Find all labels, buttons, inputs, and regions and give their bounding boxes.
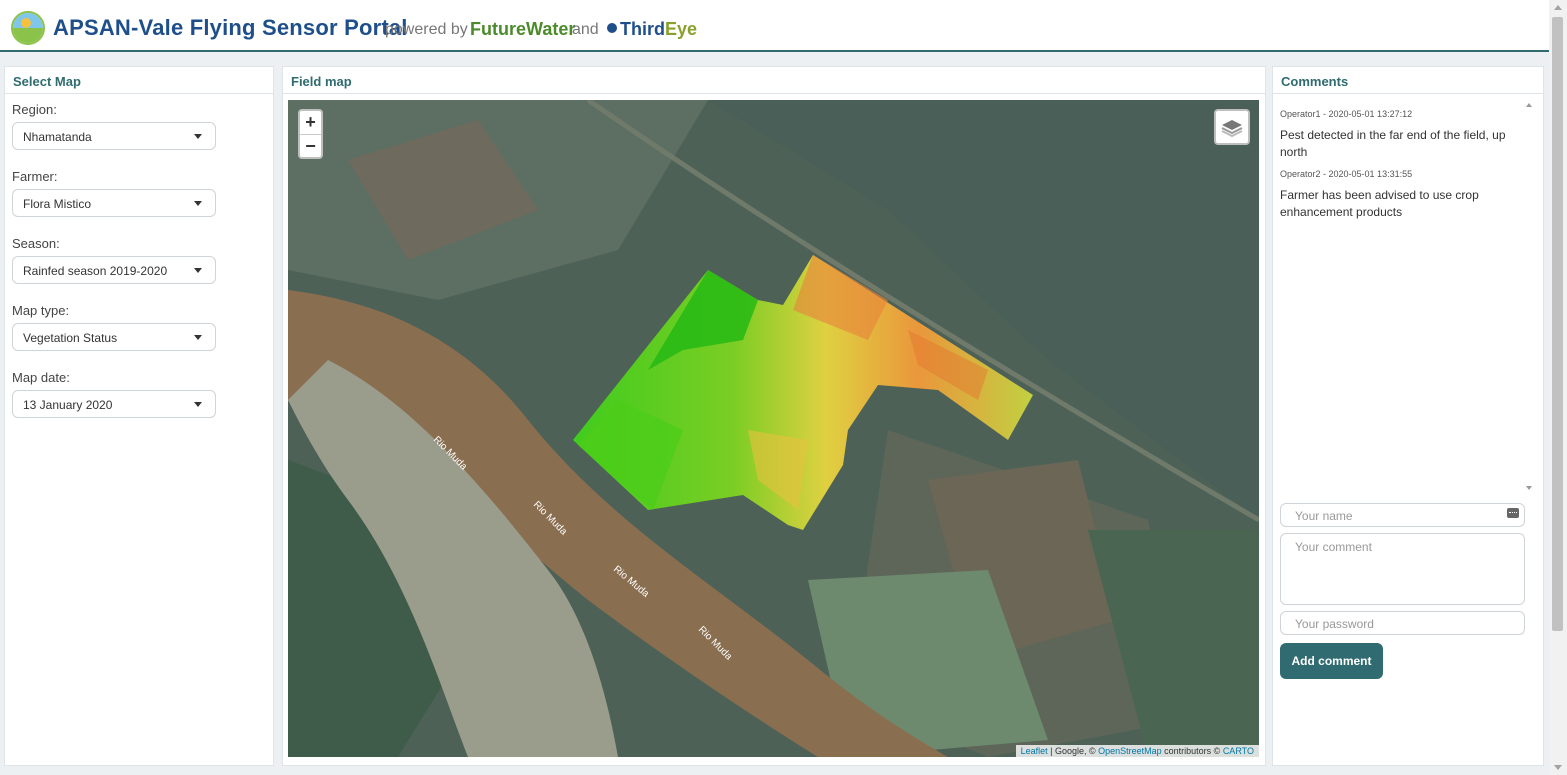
scroll-down-icon[interactable] bbox=[1554, 765, 1562, 770]
comment-text: Farmer has been advised to use crop enha… bbox=[1280, 188, 1479, 219]
map-date-dropdown[interactable]: 13 January 2020 bbox=[12, 390, 216, 418]
scroll-down-icon[interactable] bbox=[1526, 486, 1532, 490]
comment-meta: Operator2 - 2020-05-01 13:31:55 bbox=[1280, 169, 1413, 179]
scroll-up-icon[interactable] bbox=[1554, 5, 1562, 10]
caret-down-icon bbox=[194, 402, 202, 407]
leaflet-link[interactable]: Leaflet bbox=[1021, 746, 1048, 756]
zoom-out-button[interactable]: − bbox=[300, 135, 321, 159]
comment-list[interactable]: Operator1 - 2020-05-01 13:27:12 Pest det… bbox=[1280, 100, 1519, 493]
region-dropdown[interactable]: Nhamatanda bbox=[12, 122, 216, 150]
list-item: Operator2 - 2020-05-01 13:31:55 Farmer h… bbox=[1280, 169, 1519, 221]
map-view[interactable]: Rio Muda Rio Muda Rio Muda Rio Muda + − … bbox=[288, 100, 1259, 757]
scroll-up-icon[interactable] bbox=[1526, 103, 1532, 107]
powered-by-text: powered by bbox=[385, 21, 468, 38]
window-scrollbar[interactable] bbox=[1549, 0, 1567, 775]
futurewater-logo: FutureWater bbox=[470, 19, 576, 39]
osm-link[interactable]: OpenStreetMap bbox=[1098, 746, 1162, 756]
map-type-label: Map type: bbox=[12, 303, 70, 318]
thirdeye-logo: ThirdEye bbox=[607, 19, 697, 40]
name-input[interactable]: Your name bbox=[1280, 503, 1525, 527]
zoom-control: + − bbox=[298, 109, 323, 159]
zoom-in-button[interactable]: + bbox=[300, 111, 321, 135]
keyboard-icon[interactable] bbox=[1507, 508, 1519, 518]
password-input[interactable]: Your password bbox=[1280, 611, 1525, 635]
carto-link[interactable]: CARTO bbox=[1223, 746, 1254, 756]
layers-button[interactable] bbox=[1214, 109, 1250, 145]
list-item: Operator1 - 2020-05-01 13:27:12 Pest det… bbox=[1280, 109, 1519, 161]
satellite-imagery: Rio Muda Rio Muda Rio Muda Rio Muda bbox=[288, 100, 1259, 757]
caret-down-icon bbox=[194, 134, 202, 139]
map-date-label: Map date: bbox=[12, 370, 70, 385]
caret-down-icon bbox=[194, 201, 202, 206]
region-label: Region: bbox=[12, 102, 57, 117]
comment-scrollbar[interactable] bbox=[1523, 100, 1535, 493]
select-map-panel: Select Map Region: Nhamatanda Farmer: Fl… bbox=[4, 66, 274, 766]
comments-panel: Comments Operator1 - 2020-05-01 13:27:12… bbox=[1272, 66, 1544, 766]
caret-down-icon bbox=[194, 335, 202, 340]
page-title: APSAN-Vale Flying Sensor Portal bbox=[53, 15, 408, 40]
caret-down-icon bbox=[194, 268, 202, 273]
comment-text: Pest detected in the far end of the fiel… bbox=[1280, 128, 1506, 159]
farmer-dropdown[interactable]: Flora Mistico bbox=[12, 189, 216, 217]
layers-icon bbox=[1221, 120, 1243, 138]
comment-textarea[interactable]: Your comment bbox=[1280, 533, 1525, 605]
eye-icon bbox=[607, 23, 617, 34]
season-dropdown[interactable]: Rainfed season 2019-2020 bbox=[12, 256, 216, 284]
and-text: and bbox=[572, 21, 599, 38]
map-type-dropdown[interactable]: Vegetation Status bbox=[12, 323, 216, 351]
comments-title: Comments bbox=[1281, 74, 1349, 89]
comment-meta: Operator1 - 2020-05-01 13:27:12 bbox=[1280, 109, 1413, 119]
field-map-panel: Field map Rio Muda Rio Muda Rio Muda Rio… bbox=[282, 66, 1266, 766]
apsan-logo bbox=[11, 11, 45, 45]
season-label: Season: bbox=[12, 236, 60, 251]
farmer-label: Farmer: bbox=[12, 169, 58, 184]
field-map-title: Field map bbox=[291, 74, 352, 89]
app-header: APSAN-Vale Flying Sensor Portal powered … bbox=[0, 0, 1549, 52]
map-attribution: Leaflet | Google, © OpenStreetMap contri… bbox=[1015, 745, 1259, 757]
select-map-title: Select Map bbox=[13, 74, 81, 89]
scrollbar-thumb[interactable] bbox=[1552, 17, 1563, 631]
add-comment-button[interactable]: Add comment bbox=[1280, 643, 1383, 679]
